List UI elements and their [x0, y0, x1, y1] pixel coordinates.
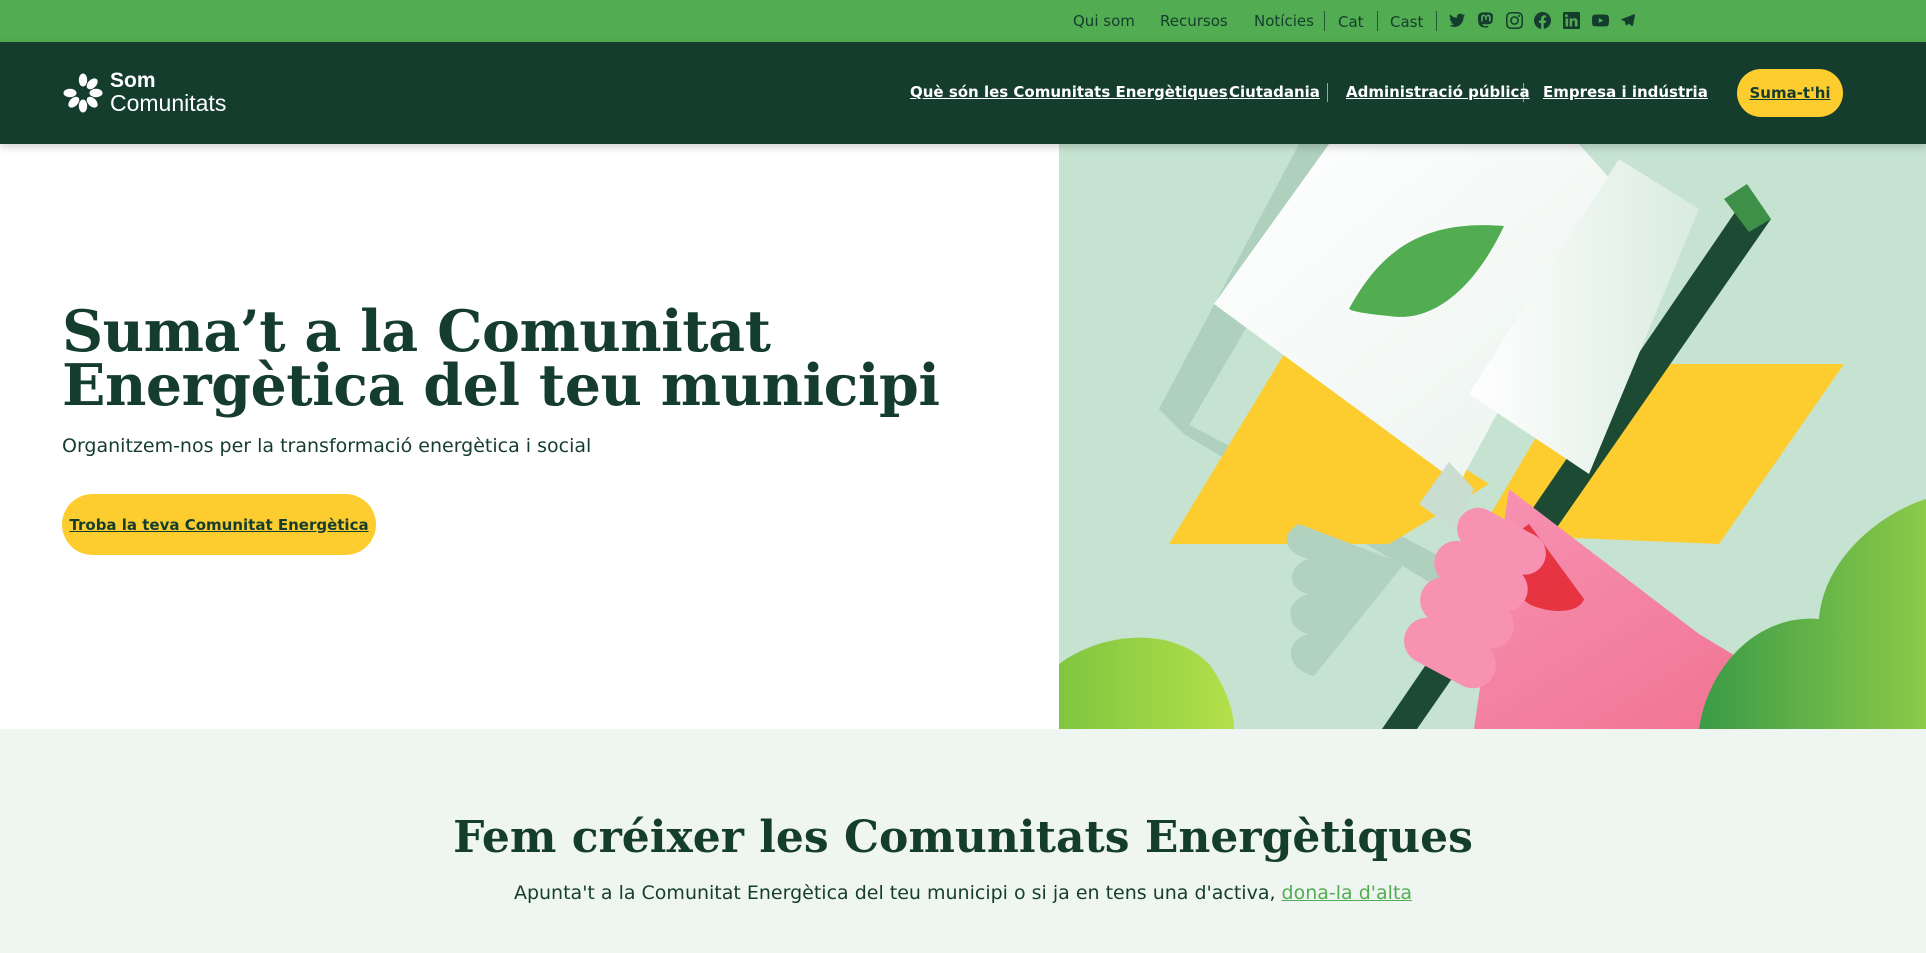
nav-link-administracio-publica[interactable]: Administració pública — [1346, 83, 1530, 101]
telegram-icon[interactable] — [1619, 11, 1637, 29]
top-link-noticies[interactable]: Notícies — [1254, 12, 1314, 30]
nav-link-que-son[interactable]: Què són les Comunitats Energètiques — [910, 83, 1228, 101]
logo-text-som: Som — [110, 69, 156, 92]
suma-thi-button[interactable]: Suma-t'hi — [1737, 69, 1843, 117]
top-bar: Qui som Recursos Notícies Cat Cast — [0, 0, 1926, 42]
divider — [1324, 11, 1325, 31]
divider — [1377, 11, 1378, 31]
find-community-button[interactable]: Troba la teva Comunitat Energètica — [62, 494, 376, 555]
divider — [1436, 11, 1437, 31]
register-community-link[interactable]: dona-la d'alta — [1282, 882, 1413, 904]
language-cat[interactable]: Cat — [1338, 13, 1364, 31]
hero-illustration — [1059, 144, 1926, 729]
hero-title: Suma’t a la Comunitat Energètica del teu… — [62, 298, 940, 419]
divider — [1327, 83, 1328, 102]
twitter-icon[interactable] — [1448, 11, 1466, 29]
instagram-icon[interactable] — [1505, 11, 1523, 29]
language-cast[interactable]: Cast — [1390, 13, 1423, 31]
youtube-icon[interactable] — [1590, 11, 1610, 29]
logo[interactable]: Som Comunitats — [62, 70, 252, 116]
linkedin-icon[interactable] — [1562, 11, 1580, 29]
logo-flower-icon — [63, 73, 103, 113]
logo-text-comunitats: Comunitats — [110, 90, 227, 116]
mastodon-icon[interactable] — [1477, 11, 1495, 29]
top-link-qui-som[interactable]: Qui som — [1073, 12, 1135, 30]
nav-link-ciutadania[interactable]: Ciutadania — [1229, 83, 1320, 101]
section-text-body: Apunta't a la Comunitat Energètica del t… — [513, 882, 1282, 904]
nav-link-empresa-industria[interactable]: Empresa i indústria — [1543, 83, 1708, 101]
divider — [1523, 83, 1524, 102]
hero-subtitle: Organitzem-nos per la transformació ener… — [62, 435, 592, 457]
main-navbar: Som Comunitats Què són les Comunitats En… — [0, 42, 1926, 144]
hand-holding-flag-illustration — [1059, 144, 1926, 729]
section-title: Fem créixer les Comunitats Energètiques — [453, 812, 1473, 863]
top-link-recursos[interactable]: Recursos — [1160, 12, 1228, 30]
section-text: Apunta't a la Comunitat Energètica del t… — [0, 880, 1926, 906]
facebook-icon[interactable] — [1533, 11, 1551, 29]
